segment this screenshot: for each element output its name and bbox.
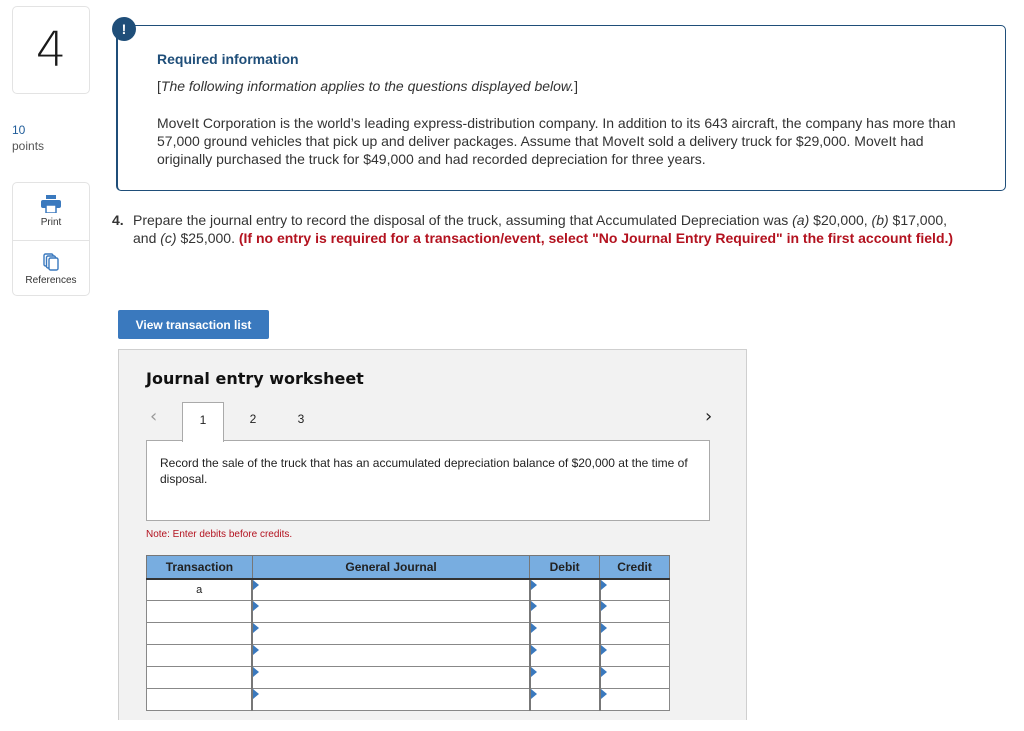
- credit-input[interactable]: [598, 578, 670, 601]
- account-dropdown[interactable]: [251, 600, 531, 623]
- tab-1[interactable]: 1: [182, 402, 224, 442]
- journal-entry-worksheet: Journal entry worksheet ‹ 1 2 3 › Record…: [118, 349, 747, 720]
- prompt-text-main: Prepare the journal entry to record the …: [133, 212, 793, 228]
- cell-marker-icon: [600, 601, 607, 611]
- debit-input[interactable]: [528, 688, 601, 711]
- tools-panel: Print References: [12, 182, 90, 296]
- part-c-value: $25,000.: [176, 230, 239, 246]
- cell-marker-icon: [253, 623, 260, 633]
- transaction-cell[interactable]: [146, 600, 253, 623]
- required-info-subtitle: [The following information applies to th…: [157, 78, 578, 94]
- subtitle-text: The following information applies to the…: [160, 78, 575, 94]
- col-general-journal: General Journal: [251, 555, 531, 580]
- cell-marker-icon: [253, 601, 260, 611]
- cell-marker-icon: [530, 689, 537, 699]
- account-dropdown[interactable]: [251, 578, 531, 601]
- prompt-number: 4.: [112, 212, 124, 228]
- required-info-title: Required information: [157, 51, 299, 67]
- transaction-value: a: [196, 583, 203, 596]
- view-transaction-list-button[interactable]: View transaction list: [118, 310, 269, 339]
- cell-marker-icon: [253, 689, 260, 699]
- prompt-instruction: (If no entry is required for a transacti…: [238, 230, 954, 246]
- points-display: 10 points: [12, 122, 44, 154]
- chevron-right-icon[interactable]: ›: [705, 406, 712, 427]
- cell-marker-icon: [600, 667, 607, 677]
- cell-marker-icon: [530, 645, 537, 655]
- question-number: 4: [12, 6, 90, 94]
- tab-2[interactable]: 2: [232, 402, 274, 442]
- table-row: [146, 644, 670, 667]
- table-row: [146, 688, 670, 711]
- col-credit: Credit: [599, 555, 670, 580]
- cell-marker-icon: [600, 645, 607, 655]
- documents-icon: [43, 252, 59, 271]
- transaction-cell[interactable]: [146, 644, 253, 667]
- printer-icon: [41, 195, 61, 213]
- references-button[interactable]: References: [13, 240, 89, 297]
- question-prompt: 4. Prepare the journal entry to record t…: [112, 211, 972, 247]
- table-row: [146, 600, 670, 623]
- worksheet-note: Note: Enter debits before credits.: [146, 529, 293, 540]
- transaction-cell[interactable]: [146, 688, 253, 711]
- cell-marker-icon: [530, 623, 537, 633]
- worksheet-title: Journal entry worksheet: [146, 369, 364, 388]
- print-button[interactable]: Print: [13, 183, 89, 240]
- table-row: [146, 622, 670, 645]
- cell-marker-icon: [600, 623, 607, 633]
- cell-marker-icon: [600, 579, 607, 590]
- required-info-body: MoveIt Corporation is the world’s leadin…: [157, 115, 956, 167]
- tab-3[interactable]: 3: [280, 402, 322, 442]
- account-dropdown[interactable]: [251, 644, 531, 667]
- account-dropdown[interactable]: [251, 622, 531, 645]
- debit-input[interactable]: [528, 666, 601, 689]
- credit-input[interactable]: [598, 688, 670, 711]
- table-row: a: [146, 578, 670, 601]
- col-transaction: Transaction: [146, 555, 253, 580]
- print-label: Print: [40, 217, 62, 228]
- debit-input[interactable]: [528, 644, 601, 667]
- credit-input[interactable]: [598, 644, 670, 667]
- account-dropdown[interactable]: [251, 688, 531, 711]
- bracket-close: ]: [574, 78, 579, 94]
- journal-table-header: Transaction General Journal Debit Credit: [146, 555, 670, 580]
- journal-table: Transaction General Journal Debit Credit…: [146, 555, 670, 711]
- prompt-text: Prepare the journal entry to record the …: [133, 211, 972, 247]
- cell-marker-icon: [530, 601, 537, 611]
- part-b-label: (b): [871, 212, 889, 228]
- points-label: points: [12, 139, 45, 153]
- credit-input[interactable]: [598, 666, 670, 689]
- transaction-cell[interactable]: [146, 666, 253, 689]
- cell-marker-icon: [600, 689, 607, 699]
- cell-marker-icon: [253, 579, 260, 590]
- credit-input[interactable]: [598, 600, 670, 623]
- worksheet-instruction: Record the sale of the truck that has an…: [146, 440, 710, 521]
- col-debit: Debit: [529, 555, 601, 580]
- debit-input[interactable]: [528, 600, 601, 623]
- references-label: References: [25, 274, 77, 286]
- cell-marker-icon: [530, 579, 537, 590]
- cell-marker-icon: [530, 667, 537, 677]
- cell-marker-icon: [253, 667, 260, 677]
- cell-marker-icon: [253, 645, 260, 655]
- transaction-cell[interactable]: a: [146, 578, 253, 601]
- chevron-left-icon[interactable]: ‹: [150, 406, 157, 427]
- transaction-cell[interactable]: [146, 622, 253, 645]
- debit-input[interactable]: [528, 622, 601, 645]
- debit-input[interactable]: [528, 578, 601, 601]
- account-dropdown[interactable]: [251, 666, 531, 689]
- alert-icon: !: [112, 17, 136, 41]
- credit-input[interactable]: [598, 622, 670, 645]
- part-a-label: (a): [792, 212, 810, 228]
- points-value: 10: [12, 123, 26, 137]
- table-row: [146, 666, 670, 689]
- part-a-value: $20,000,: [809, 212, 872, 228]
- part-c-label: (c): [160, 230, 177, 246]
